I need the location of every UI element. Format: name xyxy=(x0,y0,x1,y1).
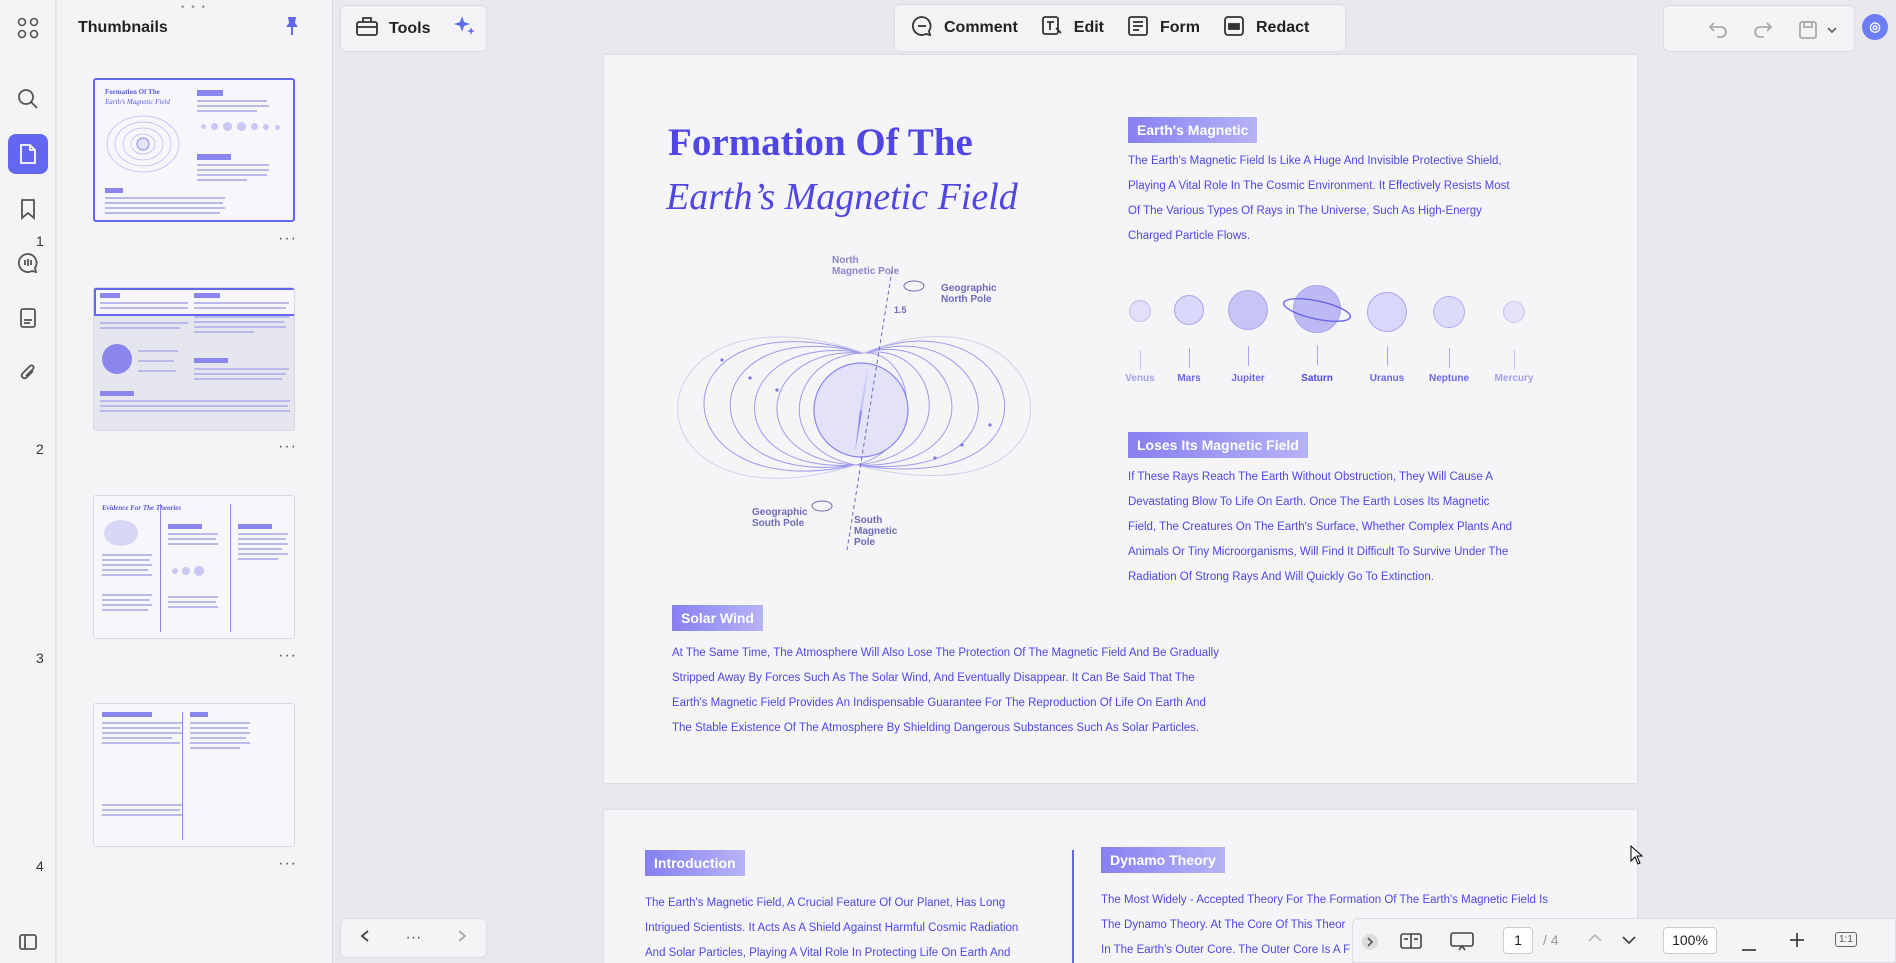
reading-mode-icon[interactable] xyxy=(1399,931,1423,955)
history-controls xyxy=(1663,5,1855,52)
redo-icon[interactable] xyxy=(1753,20,1773,43)
ai-sparkle-icon[interactable] xyxy=(452,14,476,43)
planet-label: Mercury xyxy=(1494,373,1534,384)
mode-toolbar: Comment Edit Form Redact xyxy=(894,4,1346,52)
saturn-ring xyxy=(1282,298,1352,322)
thumbnail-page-number: 2 xyxy=(36,441,44,457)
current-page-input[interactable]: 1 xyxy=(1503,927,1533,954)
panel-grip-icon[interactable]: • • • xyxy=(181,2,207,13)
planet-label: Neptune xyxy=(1429,373,1469,384)
comment-icon xyxy=(910,14,934,43)
planet-jupiter xyxy=(1228,290,1268,330)
thumbnail-more-icon[interactable]: ··· xyxy=(278,647,297,665)
document-icon[interactable] xyxy=(8,298,48,338)
planet-label: Jupiter xyxy=(1231,373,1265,384)
document-page-1: Formation Of The Earth’s Magnetic Field … xyxy=(604,55,1637,783)
planet-venus xyxy=(1129,300,1151,322)
comment-button[interactable]: Comment xyxy=(910,14,1018,43)
geographic-south-pole-label: Geographic South Pole xyxy=(752,507,808,529)
tools-label: Tools xyxy=(389,19,431,37)
presentation-icon[interactable] xyxy=(1449,931,1475,955)
page-title-line1: Formation Of The xyxy=(668,121,973,164)
app-logo-icon[interactable]: ◎ xyxy=(1862,14,1888,40)
form-label: Form xyxy=(1160,19,1200,36)
expand-icon[interactable] xyxy=(1361,933,1379,955)
thumbnail-page-2[interactable] xyxy=(93,287,295,431)
planet-label: Uranus xyxy=(1369,373,1405,384)
zoom-in-icon[interactable] xyxy=(1789,932,1805,952)
thumbnail-page-1[interactable]: Formation Of The Earth's Magnetic Field xyxy=(93,78,295,222)
undo-icon[interactable] xyxy=(1708,20,1728,43)
zoom-level-input[interactable]: 100% xyxy=(1663,927,1717,954)
thumb-title: Evidence For The Theories xyxy=(102,504,182,512)
thumbnail-page-4[interactable] xyxy=(93,703,295,847)
planet-mars xyxy=(1174,295,1204,325)
thumbnail-more-icon[interactable]: ··· xyxy=(278,438,297,456)
comments-icon[interactable] xyxy=(8,243,48,283)
pages-icon[interactable] xyxy=(8,134,48,174)
thumbnail-page-number: 1 xyxy=(36,233,44,249)
status-bar: 1 / 4 100% 1:1 xyxy=(1352,918,1896,963)
chevron-up-icon[interactable] xyxy=(1587,931,1603,948)
edit-button[interactable]: Edit xyxy=(1040,14,1104,43)
section-paragraph: If These Rays Reach The Earth Without Ob… xyxy=(1128,471,1513,583)
actual-size-button[interactable]: 1:1 xyxy=(1835,932,1857,947)
settings-brush-icon[interactable] xyxy=(8,922,48,962)
bookmark-icon[interactable] xyxy=(8,189,48,229)
planet-label: Saturn xyxy=(1301,373,1333,384)
planet-neptune xyxy=(1433,296,1465,328)
planet-mercury xyxy=(1503,301,1525,323)
column-divider xyxy=(1072,850,1074,963)
chevron-left-icon[interactable] xyxy=(359,929,371,948)
geographic-north-pole-label: Geographic North Pole xyxy=(941,283,997,305)
more-icon[interactable]: ··· xyxy=(406,929,422,947)
section-paragraph: The Earth's Magnetic Field Is Like A Hug… xyxy=(1128,155,1510,242)
thumbnail-more-icon[interactable]: ··· xyxy=(278,230,297,248)
edit-label: Edit xyxy=(1073,19,1104,36)
thumb-subtitle: Earth's Magnetic Field xyxy=(105,98,170,106)
tools-button[interactable]: Tools xyxy=(340,5,487,52)
pin-icon[interactable] xyxy=(283,16,301,41)
save-icon[interactable] xyxy=(1798,20,1818,45)
page-title-line2: Earth’s Magnetic Field xyxy=(666,176,1018,218)
section-tag: Loses Its Magnetic Field xyxy=(1128,432,1308,458)
section-tag: Introduction xyxy=(645,850,745,876)
mouse-cursor-icon xyxy=(1630,844,1644,870)
comment-label: Comment xyxy=(944,19,1018,36)
thumbnail-page-number: 3 xyxy=(36,650,44,666)
thumb-diagram xyxy=(106,115,180,173)
attachment-icon[interactable] xyxy=(8,353,48,393)
form-button[interactable]: Form xyxy=(1126,14,1200,43)
thumbnail-more-icon[interactable]: ··· xyxy=(278,855,297,873)
thumbnail-page-3[interactable]: Evidence For The Theories xyxy=(93,495,295,639)
redact-button[interactable]: Redact xyxy=(1222,14,1309,43)
apps-grid-icon[interactable] xyxy=(8,8,48,48)
thumb-title: Formation Of The xyxy=(105,88,160,96)
angle-label: 1.5 xyxy=(894,305,907,315)
edit-icon xyxy=(1040,14,1064,43)
section-tag: Earth's Magnetic xyxy=(1128,117,1258,143)
chevron-down-icon[interactable] xyxy=(1826,22,1838,40)
planet-label: Mars xyxy=(1177,373,1201,384)
section-paragraph: At The Same Time, The Atmosphere Will Al… xyxy=(672,647,1219,734)
redact-icon xyxy=(1222,14,1246,43)
south-magnetic-pole-label: South Magnetic Pole xyxy=(854,515,898,548)
search-icon[interactable] xyxy=(8,79,48,119)
section-tag: Dynamo Theory xyxy=(1101,847,1225,873)
left-rail xyxy=(0,0,56,963)
form-icon xyxy=(1126,14,1150,43)
panel-title: Thumbnails xyxy=(78,19,168,36)
section-tag: Solar Wind xyxy=(672,605,763,631)
zoom-out-icon[interactable] xyxy=(1741,939,1757,956)
chevron-down-icon[interactable] xyxy=(1621,933,1637,950)
page-nav-controls: ··· xyxy=(340,918,487,958)
planet-uranus xyxy=(1367,292,1407,332)
thumbnail-page-number: 4 xyxy=(36,858,44,874)
section-paragraph: The Earth's Magnetic Field, A Crucial Fe… xyxy=(645,897,1019,959)
total-pages-label: / 4 xyxy=(1543,932,1559,948)
toolbox-icon xyxy=(355,15,379,42)
redact-label: Redact xyxy=(1256,19,1310,36)
chevron-right-icon[interactable] xyxy=(456,929,468,948)
north-magnetic-pole-label: North Magnetic Pole xyxy=(832,255,900,277)
